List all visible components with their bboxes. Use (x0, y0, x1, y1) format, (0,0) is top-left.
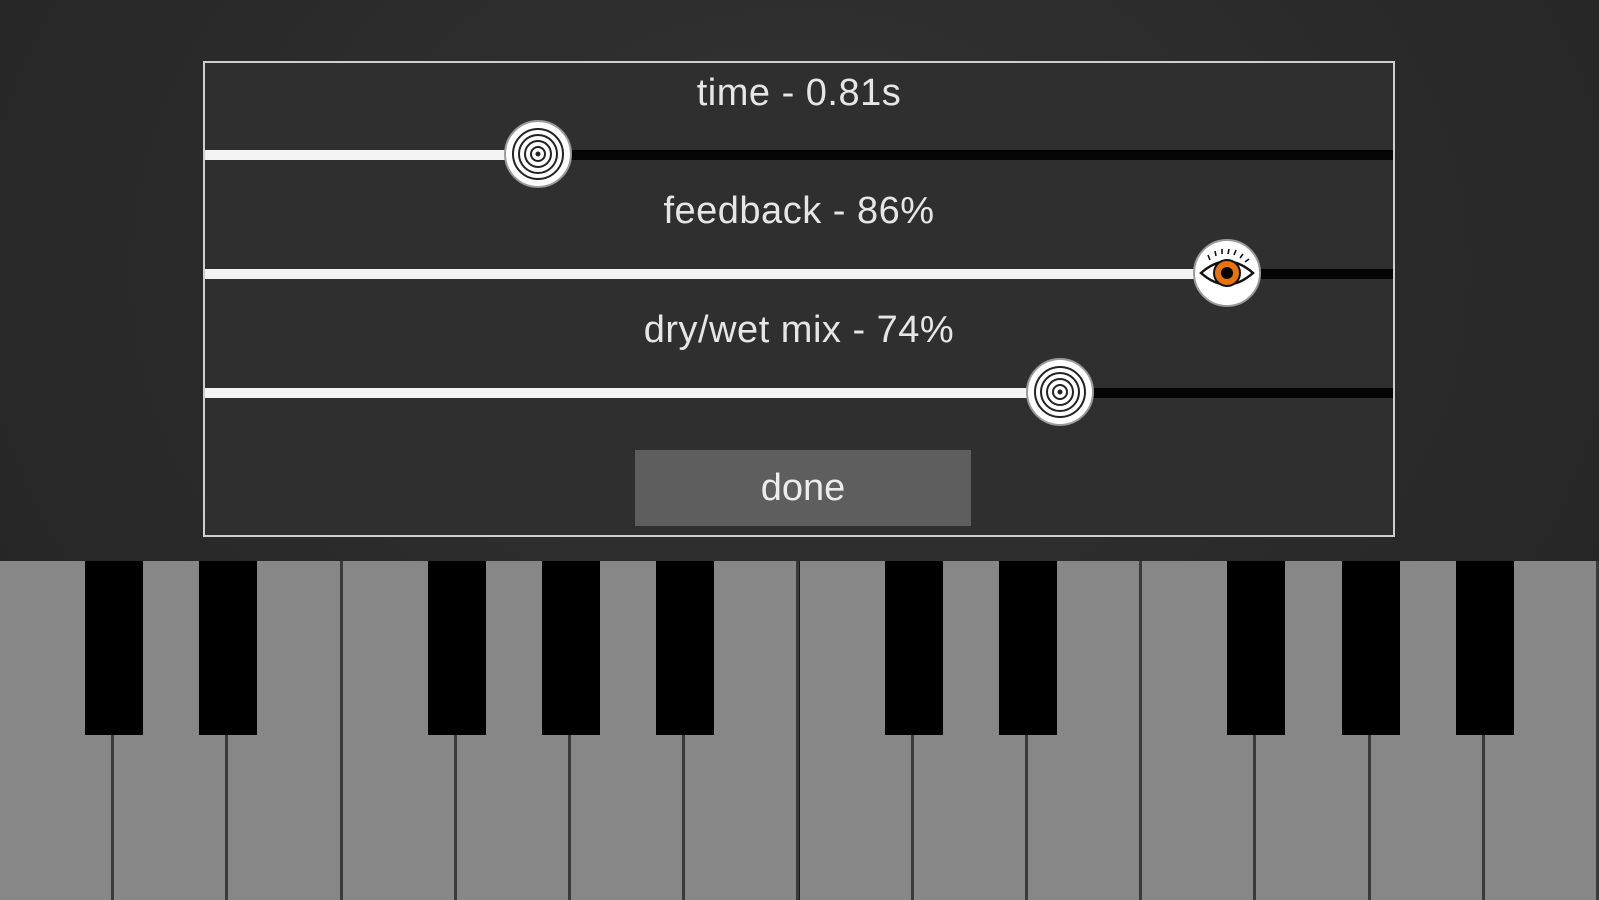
time-slider-label: time - 0.81s (696, 72, 902, 114)
done-button[interactable]: done (635, 450, 971, 526)
eye-icon[interactable] (1192, 238, 1262, 308)
black-key-d-sharp[interactable] (998, 561, 1057, 735)
black-key-a-sharp[interactable] (1455, 561, 1514, 735)
delay-settings-dialog: time - 0.81s feedback - 86% dry/wet mix … (203, 61, 1395, 537)
feedback-slider[interactable] (205, 239, 1393, 307)
mix-slider[interactable] (205, 358, 1393, 426)
black-key-f-sharp[interactable] (1227, 561, 1286, 735)
black-key-d-sharp[interactable] (199, 561, 258, 735)
mix-slider-fill (205, 388, 1061, 398)
time-slider-fill (205, 150, 538, 160)
app-screen: time - 0.81s feedback - 86% dry/wet mix … (0, 0, 1599, 900)
time-slider[interactable] (205, 120, 1393, 188)
black-key-g-sharp[interactable] (1341, 561, 1400, 735)
black-key-a-sharp[interactable] (656, 561, 715, 735)
black-key-f-sharp[interactable] (427, 561, 486, 735)
feedback-slider-label: feedback - 86% (663, 190, 935, 232)
black-key-c-sharp[interactable] (85, 561, 144, 735)
black-key-g-sharp[interactable] (542, 561, 601, 735)
black-key-c-sharp[interactable] (884, 561, 943, 735)
spiral-icon[interactable] (503, 119, 573, 189)
spiral-icon[interactable] (1025, 357, 1095, 427)
mix-slider-label: dry/wet mix - 74% (643, 309, 955, 351)
feedback-slider-fill (205, 269, 1227, 279)
piano-keyboard (0, 561, 1599, 900)
